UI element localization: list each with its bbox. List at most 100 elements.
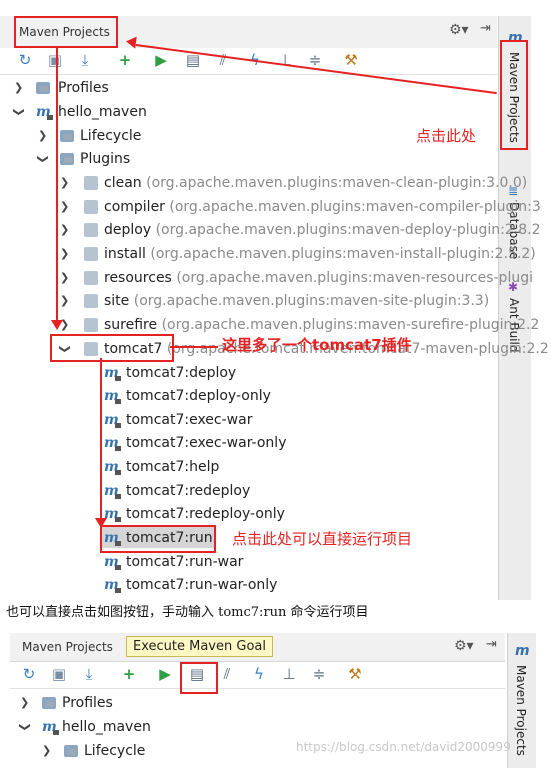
goal-label: tomcat7:run-war-only bbox=[126, 577, 278, 593]
plugin-coordinates: (org.apache.maven.plugins:maven-install-… bbox=[150, 246, 536, 262]
skip-tests-icon[interactable]: ϟ bbox=[250, 665, 268, 683]
toggle-offline-icon[interactable]: ⫽ bbox=[218, 665, 236, 683]
generate-sources-icon[interactable]: ▣ bbox=[46, 51, 64, 69]
panel2-title: Maven Projects bbox=[22, 640, 113, 654]
chevron-right-icon[interactable]: ❯ bbox=[60, 219, 69, 241]
tree-node-label: hello_maven bbox=[58, 104, 147, 120]
plugin-coordinates: (org.apache.maven.plugins:maven-surefire… bbox=[161, 317, 540, 333]
plugin-coordinates: (org.apache.maven.plugins:maven-deploy-p… bbox=[155, 222, 541, 238]
maven-logo-icon: m bbox=[515, 643, 530, 659]
plugin-icon bbox=[84, 223, 98, 237]
gear-icon[interactable]: ⚙▾ bbox=[449, 22, 469, 38]
add-icon[interactable]: + bbox=[116, 51, 134, 69]
goal-label: tomcat7:deploy-only bbox=[126, 388, 271, 404]
hide-panel-icon[interactable]: ⇥ bbox=[486, 637, 497, 652]
toggle-offline-icon[interactable]: ⫽ bbox=[214, 51, 232, 69]
plugin-name: deploy bbox=[104, 222, 152, 238]
plugin-name: surefire bbox=[104, 317, 158, 333]
lifecycle-folder-icon bbox=[64, 745, 78, 757]
chevron-down-icon[interactable]: ❯ bbox=[32, 154, 54, 163]
tree-node-label: Profiles bbox=[58, 80, 109, 96]
tree-node-label: Profiles bbox=[62, 695, 113, 711]
tab-maven-projects[interactable]: Maven Projects bbox=[514, 665, 528, 756]
plugin-icon bbox=[84, 271, 98, 285]
chevron-right-icon[interactable]: ❯ bbox=[20, 692, 29, 714]
plugin-icon bbox=[84, 176, 98, 190]
annotation-run-here: 点击此处可以直接运行项目 bbox=[232, 530, 413, 548]
plugin-icon bbox=[84, 200, 98, 214]
gear-icon[interactable]: ⚙▾ bbox=[454, 638, 474, 654]
chevron-right-icon[interactable]: ❯ bbox=[60, 290, 69, 312]
add-icon[interactable]: + bbox=[120, 665, 138, 683]
plugins-folder-icon bbox=[60, 153, 74, 165]
refresh-icon[interactable]: ↻ bbox=[20, 665, 38, 683]
goal-label: tomcat7:run-war bbox=[126, 554, 244, 570]
chevron-right-icon[interactable]: ❯ bbox=[60, 196, 69, 218]
refresh-icon[interactable]: ↻ bbox=[16, 51, 34, 69]
annotation-arrow-line bbox=[100, 358, 102, 520]
goal-label: tomcat7:redeploy bbox=[126, 483, 251, 499]
settings-icon[interactable]: ⚒ bbox=[346, 665, 364, 683]
maven-goal-icon: m bbox=[104, 365, 121, 381]
goal-label: tomcat7:help bbox=[126, 459, 220, 475]
download-icon[interactable]: ⤓ bbox=[80, 665, 98, 683]
maven-goal-icon: m bbox=[104, 577, 121, 593]
maven-goal-icon: m bbox=[104, 459, 121, 475]
plugin-name: compiler bbox=[104, 199, 165, 215]
folder-icon bbox=[36, 82, 50, 94]
plugin-name: clean bbox=[104, 175, 142, 191]
hide-panel-icon[interactable]: ⇥ bbox=[480, 21, 491, 36]
execute-goal-tooltip: Execute Maven Goal bbox=[126, 636, 273, 657]
panel2-right-tool-strip: m Maven Projects bbox=[507, 633, 536, 768]
annotation-box-title bbox=[14, 16, 118, 48]
download-icon[interactable]: ⤓ bbox=[76, 51, 94, 69]
tree-node-label: hello_maven bbox=[62, 719, 151, 735]
maven-panel: Maven Projects ⚙▾ ⇥ ↻ ▣ ⤓ + ▶ ▤ ⫽ ϟ ⊥ ≑ … bbox=[0, 0, 551, 600]
maven-goal-icon: m bbox=[104, 554, 121, 570]
annotation-box-tomcat7 bbox=[50, 334, 174, 362]
maven-goal-icon: m bbox=[104, 412, 121, 428]
annotation-click-here: 点击此处 bbox=[416, 127, 477, 145]
plugin-icon bbox=[84, 294, 98, 308]
chevron-right-icon[interactable]: ❯ bbox=[60, 267, 69, 289]
collapse-all-icon[interactable]: ≑ bbox=[310, 665, 328, 683]
annotation-arrow-line bbox=[56, 46, 58, 322]
chevron-down-icon[interactable]: ❯ bbox=[14, 722, 36, 731]
plugin-icon bbox=[84, 247, 98, 261]
annotation-arrow-line bbox=[170, 346, 218, 348]
annotation-box-execute-goal bbox=[180, 662, 218, 694]
panel2-toolbar: ↻ ▣ ⤓ + ▶ ▤ ⫽ ϟ ⊥ ≑ ⚒ bbox=[10, 662, 505, 689]
goal-label: tomcat7:redeploy-only bbox=[126, 506, 285, 522]
plugin-coordinates: (org.apache.maven.plugins:maven-clean-pl… bbox=[146, 175, 528, 191]
run-icon[interactable]: ▶ bbox=[152, 51, 170, 69]
watermark: https://blog.csdn.net/david2000999 bbox=[296, 740, 511, 754]
settings-icon[interactable]: ⚒ bbox=[342, 51, 360, 69]
chevron-right-icon[interactable]: ❯ bbox=[60, 243, 69, 265]
tree-node-label: Plugins bbox=[80, 151, 131, 167]
tree-node-label: Lifecycle bbox=[84, 743, 146, 759]
plugin-coordinates: (org.apache.maven.plugins:maven-compiler… bbox=[169, 199, 541, 215]
annotation-arrowhead bbox=[95, 518, 107, 528]
run-icon[interactable]: ▶ bbox=[156, 665, 174, 683]
chevron-down-icon[interactable]: ❯ bbox=[8, 107, 30, 116]
annotation-arrowhead bbox=[125, 35, 137, 49]
maven-goal-icon: m bbox=[104, 483, 121, 499]
toolbar: ↻ ▣ ⤓ + ▶ ▤ ⫽ ϟ ⊥ ≑ ⚒ bbox=[0, 48, 497, 75]
maven-goal-icon: m bbox=[104, 435, 121, 451]
dependencies-icon[interactable]: ⊥ bbox=[280, 665, 298, 683]
caption-text: 也可以直接点击如图按钮，手动输入 tomc7:run 命令运行项目 bbox=[6, 605, 369, 620]
plugin-icon bbox=[84, 318, 98, 332]
plugin-name: site bbox=[104, 293, 130, 309]
generate-sources-icon[interactable]: ▣ bbox=[50, 665, 68, 683]
goal-label: tomcat7:exec-war-only bbox=[126, 435, 287, 451]
lifecycle-folder-icon bbox=[60, 130, 74, 142]
plugin-coordinates: (org.apache.maven.plugins:maven-site-plu… bbox=[133, 293, 490, 309]
maven-project-icon: m bbox=[42, 719, 59, 735]
annotation-box-maven-tab bbox=[500, 40, 528, 150]
chevron-right-icon[interactable]: ❯ bbox=[42, 740, 51, 762]
chevron-right-icon[interactable]: ❯ bbox=[60, 172, 69, 194]
chevron-right-icon[interactable]: ❯ bbox=[14, 77, 23, 99]
chevron-right-icon[interactable]: ❯ bbox=[38, 125, 47, 147]
annotation-tomcat-added: 这里多了一个tomcat7插件 bbox=[222, 336, 412, 354]
goal-label: tomcat7:exec-war bbox=[126, 412, 253, 428]
